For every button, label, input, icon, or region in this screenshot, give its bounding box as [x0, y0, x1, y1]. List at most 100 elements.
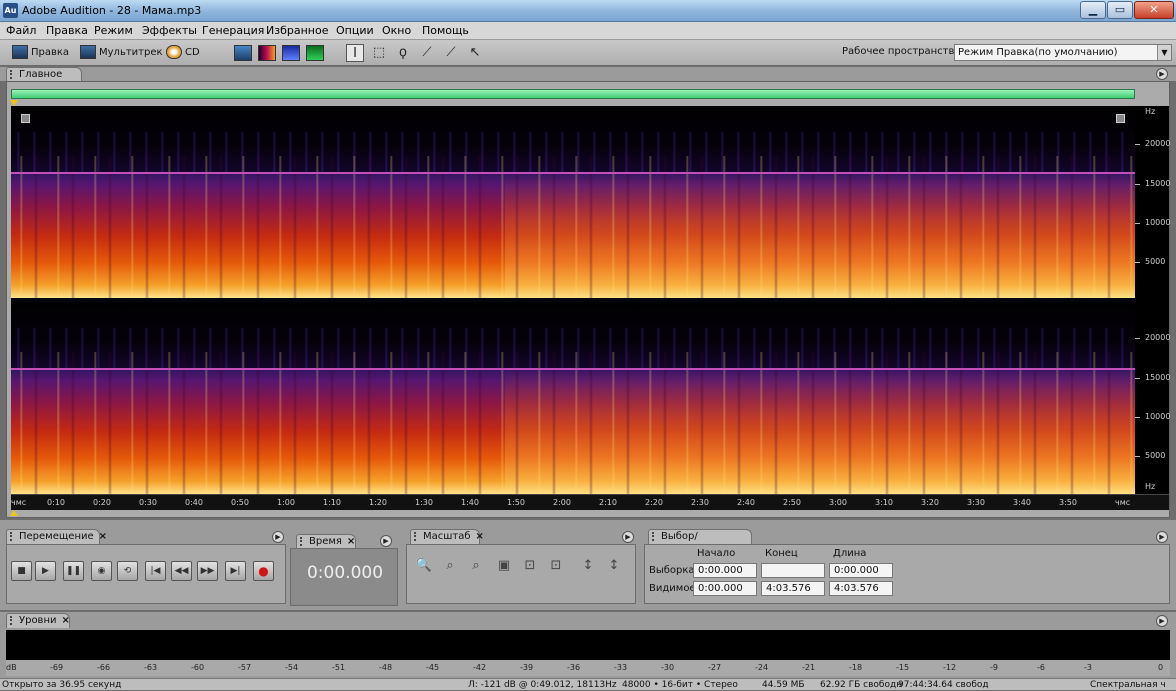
close-tab-icon[interactable]: ×: [62, 615, 70, 626]
marquee-tool-icon[interactable]: ⬚: [370, 44, 388, 62]
waveform-editor[interactable]: Hz 20000 15000 10000 5000 20000 15000 10…: [6, 81, 1170, 518]
stop-button[interactable]: ■: [11, 561, 32, 581]
spectral-display[interactable]: [11, 106, 1135, 494]
menu-effects[interactable]: Эффекты: [142, 24, 197, 37]
workspace-select[interactable]: Режим Правка(по умолчанию) ▼: [954, 44, 1172, 61]
menu-view[interactable]: Режим: [94, 24, 133, 37]
status-format: 48000 • 16-бит • Стерео: [622, 680, 738, 690]
pause-button[interactable]: ❚❚: [63, 561, 84, 581]
db-tick-label: -12: [943, 663, 957, 672]
tab-zoom[interactable]: Масштаб ×: [410, 529, 484, 544]
waveform-icon: [12, 45, 28, 59]
panel-menu-icon[interactable]: ▶: [272, 531, 284, 543]
db-tick-label: -15: [896, 663, 910, 672]
time-tick-label: 0:20: [93, 498, 111, 507]
zoom-in-vertical-icon[interactable]: ↕: [579, 557, 597, 575]
audition-app-icon: Au: [3, 3, 18, 18]
spot-healing-tool-icon[interactable]: ⟋: [442, 44, 460, 62]
cd-view-button[interactable]: CD: [166, 44, 200, 62]
editor-panel-header: Главное ▶: [0, 67, 1176, 82]
cutoff-line: [11, 368, 1135, 370]
db-tick-label: -18: [849, 663, 863, 672]
view-start-field[interactable]: 0:00.000: [693, 581, 757, 596]
maximize-button[interactable]: ▭: [1107, 1, 1133, 19]
playhead-marker-bottom[interactable]: [10, 510, 18, 516]
panel-menu-icon[interactable]: ▶: [1156, 615, 1168, 627]
rewind-button[interactable]: ◀◀: [171, 561, 192, 581]
tab-time[interactable]: Время ×: [296, 534, 356, 549]
zoom-corner-left-icon[interactable]: [21, 114, 30, 123]
time-tick-label: чмс: [1115, 498, 1131, 507]
zoom-left-icon[interactable]: ⊡: [521, 557, 539, 575]
fast-forward-button[interactable]: ▶▶: [197, 561, 218, 581]
menu-file[interactable]: Файл: [6, 24, 36, 37]
waveform-display-button[interactable]: [234, 45, 252, 61]
record-button[interactable]: ●: [253, 561, 274, 581]
view-length-field[interactable]: 4:03.576: [829, 581, 893, 596]
zoom-out-full-icon[interactable]: ⌕: [467, 557, 485, 575]
db-tick-label: -27: [708, 663, 722, 672]
loop-button[interactable]: ⟲: [117, 561, 138, 581]
db-tick-label: -60: [191, 663, 205, 672]
panel-menu-icon[interactable]: ▶: [622, 531, 634, 543]
menu-window[interactable]: Окно: [382, 24, 411, 37]
time-tick-label: 2:30: [691, 498, 709, 507]
menu-favorites[interactable]: Избранное: [266, 24, 328, 37]
menu-edit[interactable]: Правка: [46, 24, 88, 37]
menu-generate[interactable]: Генерация: [202, 24, 264, 37]
menu-options[interactable]: Опции: [336, 24, 374, 37]
zoom-corner-right-icon[interactable]: [1116, 114, 1125, 123]
minimize-button[interactable]: ▁: [1080, 1, 1106, 19]
tab-selection-view[interactable]: Выбор/Видимое×: [648, 529, 752, 555]
play-button[interactable]: ▶: [35, 561, 56, 581]
move-tool-icon[interactable]: ↖: [466, 44, 484, 62]
selection-end-field[interactable]: [761, 563, 825, 578]
close-tab-icon[interactable]: ×: [347, 536, 355, 547]
zoom-out-amplitude-icon[interactable]: ⌕: [441, 557, 459, 575]
close-tab-icon[interactable]: ×: [476, 531, 484, 542]
zoom-right-icon[interactable]: ⊡: [547, 557, 565, 575]
frequency-ruler: Hz 20000 15000 10000 5000 20000 15000 10…: [1135, 106, 1171, 494]
tab-levels[interactable]: Уровни ×: [6, 613, 70, 628]
time-tick-label: 2:00: [553, 498, 571, 507]
close-tab-icon[interactable]: ×: [99, 531, 107, 542]
spectral-display-button[interactable]: [258, 45, 276, 61]
brush-tool-icon[interactable]: ⟋: [418, 44, 436, 62]
edit-view-button[interactable]: Правка: [12, 44, 69, 62]
go-to-end-button[interactable]: ▶|: [225, 561, 246, 581]
phase-display-button[interactable]: [306, 45, 324, 61]
freq-tick-label: 5000: [1145, 451, 1166, 460]
overview-bar[interactable]: [11, 89, 1135, 99]
db-tick-label: -3: [1084, 663, 1092, 672]
tab-transport[interactable]: Перемещение ×: [6, 529, 107, 544]
channel-right-spectrogram[interactable]: [11, 302, 1135, 494]
window-title: Adobe Audition - 28 - Мама.mp3: [22, 4, 202, 17]
panel-menu-icon[interactable]: ▶: [1156, 68, 1168, 80]
panel-menu-icon[interactable]: ▶: [380, 535, 392, 547]
bottom-panels: Перемещение × ▶ ■ ▶ ❚❚ ◉ ⟲ |◀ ◀◀ ▶▶ ▶| ● …: [0, 520, 1176, 610]
tab-main[interactable]: Главное: [6, 67, 82, 82]
transport-panel: ■ ▶ ❚❚ ◉ ⟲ |◀ ◀◀ ▶▶ ▶| ●: [6, 544, 286, 604]
time-tick-label: 3:30: [967, 498, 985, 507]
go-to-start-button[interactable]: |◀: [145, 561, 166, 581]
freq-tick-label: 10000: [1145, 218, 1171, 227]
time-tick-label: 0:50: [231, 498, 249, 507]
time-tick-label: 1:50: [507, 498, 525, 507]
zoom-to-selection-icon[interactable]: ▣: [495, 557, 513, 575]
lasso-tool-icon[interactable]: ϙ: [394, 44, 412, 62]
time-ruler[interactable]: чмс 0:10 0:20 0:30 0:40 0:50 1:00 1:10 1…: [11, 494, 1169, 510]
multitrack-view-button[interactable]: Мультитрек: [80, 44, 163, 62]
play-from-cursor-button[interactable]: ◉: [91, 561, 112, 581]
close-button[interactable]: ✕: [1134, 1, 1174, 19]
time-selection-tool-icon[interactable]: I: [346, 44, 364, 62]
spectral-pan-button[interactable]: [282, 45, 300, 61]
selection-start-field[interactable]: 0:00.000: [693, 563, 757, 578]
panel-menu-icon[interactable]: ▶: [1156, 531, 1168, 543]
zoom-in-amplitude-icon[interactable]: 🔍: [415, 557, 433, 575]
cutoff-line: [11, 172, 1135, 174]
selection-length-field[interactable]: 0:00.000: [829, 563, 893, 578]
channel-left-spectrogram[interactable]: [11, 106, 1135, 298]
view-end-field[interactable]: 4:03.576: [761, 581, 825, 596]
zoom-out-vertical-icon[interactable]: ↕: [605, 557, 623, 575]
menu-help[interactable]: Помощь: [422, 24, 469, 37]
